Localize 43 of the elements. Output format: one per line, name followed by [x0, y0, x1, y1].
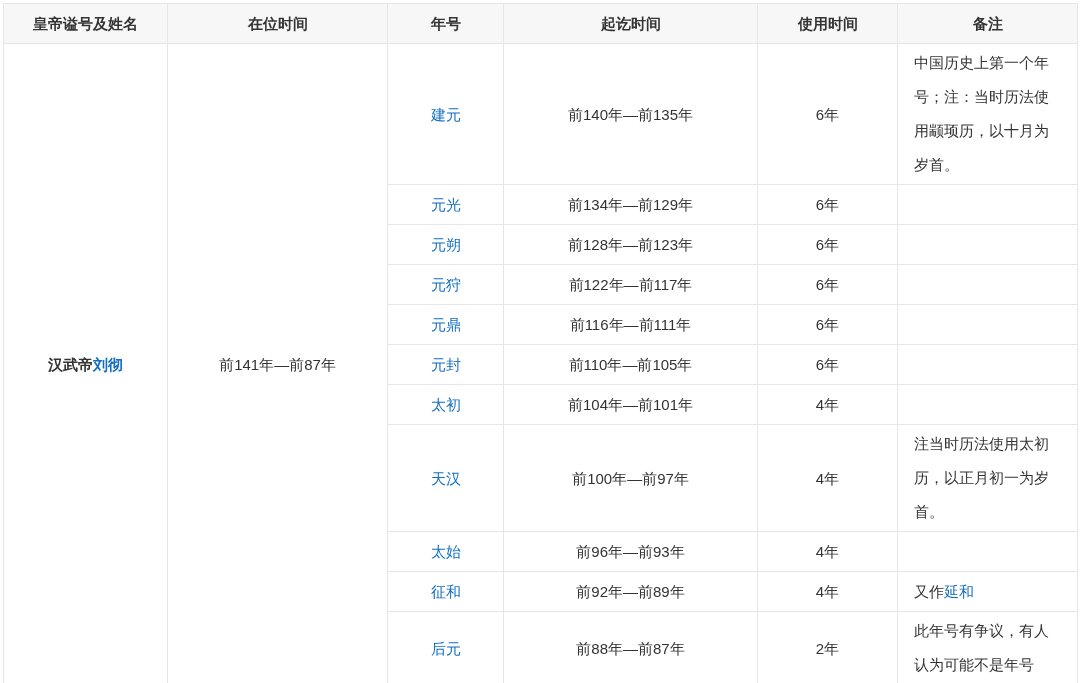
date-range-cell: 前116年—前111年 — [503, 304, 758, 345]
date-range-cell: 前96年—前93年 — [503, 531, 758, 572]
duration-cell: 4年 — [757, 384, 898, 425]
date-range-cell: 前92年—前89年 — [503, 571, 758, 612]
duration-cell: 6年 — [757, 264, 898, 305]
duration-cell: 4年 — [757, 424, 898, 532]
date-range-cell: 前110年—前105年 — [503, 344, 758, 385]
note-cell: 中国历史上第一个年号；注：当时历法使用颛顼历，以十月为岁首。 — [897, 43, 1078, 185]
duration-cell: 6年 — [757, 43, 898, 185]
column-header: 备注 — [897, 3, 1078, 44]
emperor-name-link[interactable]: 刘彻 — [93, 355, 123, 373]
era-name-link[interactable]: 元鼎 — [430, 316, 461, 333]
note-cell: 注当时历法使用太初历，以正月初一为岁首。 — [897, 424, 1078, 532]
date-range-cell: 前128年—前123年 — [503, 224, 758, 265]
date-range-cell: 前134年—前129年 — [503, 184, 758, 225]
date-range-cell: 前122年—前117年 — [503, 264, 758, 305]
era-name-link[interactable]: 征和 — [430, 583, 461, 600]
column-header: 年号 — [387, 3, 504, 44]
era-name-link[interactable]: 建元 — [430, 105, 461, 123]
era-name-link[interactable]: 元狩 — [430, 276, 461, 293]
era-name-link[interactable]: 元封 — [430, 356, 461, 373]
note-link[interactable]: 延和 — [944, 582, 974, 600]
column-header: 起讫时间 — [503, 3, 758, 44]
duration-cell: 6年 — [757, 224, 898, 265]
column-header: 使用时间 — [757, 3, 898, 44]
date-range-cell: 前140年—前135年 — [503, 43, 758, 185]
emperor-cell: 汉武帝刘彻 — [3, 43, 168, 683]
era-name-link[interactable]: 元朔 — [430, 236, 461, 253]
era-name-link[interactable]: 太始 — [430, 543, 461, 560]
era-name-link[interactable]: 太初 — [430, 396, 461, 413]
era-name-link[interactable]: 元光 — [430, 196, 461, 213]
date-range-cell: 前100年—前97年 — [503, 424, 758, 532]
duration-cell: 6年 — [757, 304, 898, 345]
duration-cell: 4年 — [757, 531, 898, 572]
duration-cell: 6年 — [757, 344, 898, 385]
date-range-cell: 前104年—前101年 — [503, 384, 758, 425]
column-header: 在位时间 — [167, 3, 388, 44]
duration-cell: 6年 — [757, 184, 898, 225]
note-cell: 又作延和 — [897, 571, 1078, 612]
column-header: 皇帝谥号及姓名 — [3, 3, 168, 44]
era-name-link[interactable]: 后元 — [430, 639, 461, 657]
era-name-link[interactable]: 天汉 — [430, 469, 461, 487]
duration-cell: 4年 — [757, 571, 898, 612]
